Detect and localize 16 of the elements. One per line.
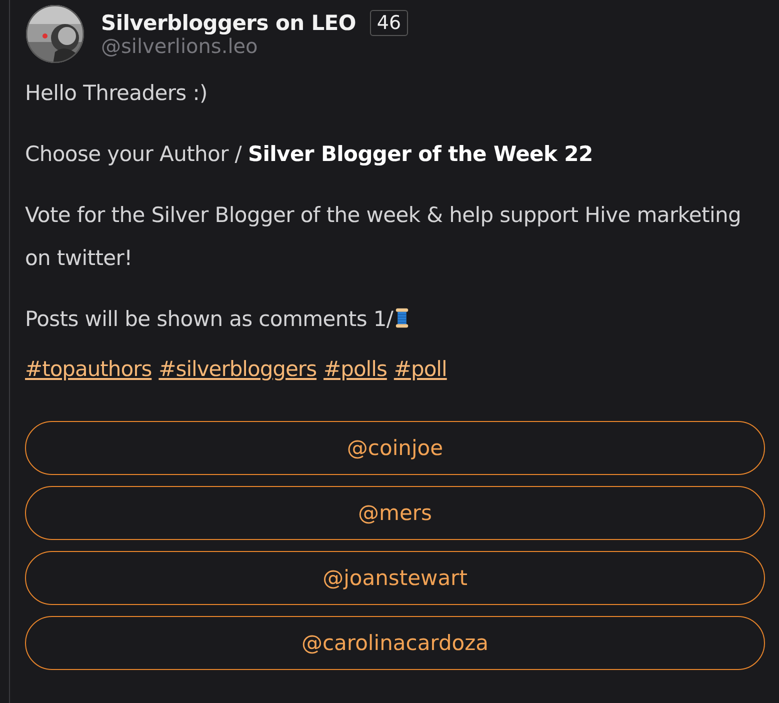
poll-option-button[interactable]: @carolinacardoza	[25, 616, 765, 670]
hashtag-link[interactable]: #silverbloggers	[158, 355, 317, 383]
post-text: Choose your Author / Silver Blogger of the Week 22	[25, 141, 594, 168]
reputation-badge: 46	[370, 10, 408, 36]
author-handle[interactable]: @silverlions.leo	[101, 34, 408, 58]
post-text: Vote for the Silver Blogger of the week & help support Hive marketing on twitter!	[25, 202, 742, 272]
poll-option-button[interactable]: @joanstewart	[25, 551, 765, 605]
hashtag-link[interactable]: #poll	[394, 355, 447, 383]
poll-option-button[interactable]: @coinjoe	[25, 421, 765, 475]
post-text: Posts will be shown as comments 1/	[25, 298, 765, 341]
author-name[interactable]: Silverbloggers on LEO	[101, 11, 356, 35]
thread-spool-icon	[395, 307, 410, 329]
hashtag-link[interactable]: #topauthors	[25, 355, 152, 383]
hashtag-link[interactable]: #polls	[324, 355, 387, 383]
post-text: Hello Threaders :)	[25, 80, 208, 107]
poll-option-button[interactable]: @mers	[25, 486, 765, 540]
